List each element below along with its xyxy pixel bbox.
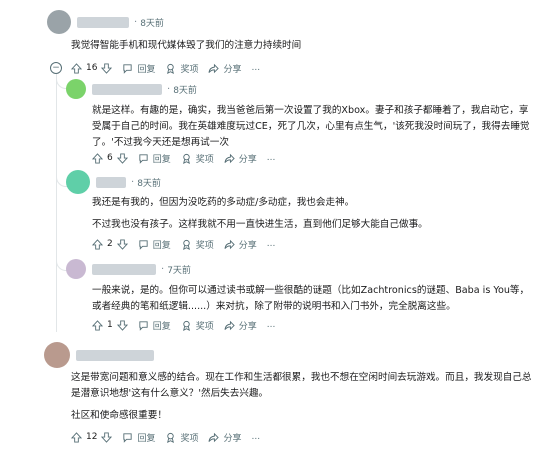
- more-options-button[interactable]: ...: [267, 235, 276, 253]
- vote-group: 12: [71, 428, 113, 446]
- share-icon: [224, 320, 235, 330]
- downvote-icon[interactable]: [116, 152, 128, 164]
- avatar[interactable]: [47, 10, 71, 34]
- comment-header: · 7天前: [66, 259, 191, 279]
- avatar[interactable]: [66, 259, 86, 279]
- separator-dot: ·: [134, 16, 138, 28]
- thread-line-root: [56, 76, 57, 332]
- reply-button[interactable]: 回复: [122, 59, 155, 77]
- more-options-button[interactable]: ...: [267, 316, 276, 334]
- downvote-icon[interactable]: [101, 62, 113, 74]
- username[interactable]: [76, 349, 154, 361]
- share-button[interactable]: 分享: [224, 235, 257, 253]
- vote-group: 2: [92, 235, 128, 253]
- award-button[interactable]: 奖项: [165, 59, 198, 77]
- username[interactable]: [92, 83, 162, 95]
- share-icon: [208, 63, 220, 73]
- comment-icon: [139, 153, 148, 164]
- comment-icon: [139, 239, 148, 250]
- comment-body: 这是带宽问题和意义感的结合。现在工作和生活都很累，我也不想在空闲时间去玩游戏。而…: [71, 370, 533, 424]
- upvote-icon[interactable]: [92, 238, 103, 250]
- award-button[interactable]: 奖项: [181, 316, 214, 334]
- comment-header: · 8天前: [66, 79, 197, 99]
- separator-dot: ·: [161, 263, 165, 275]
- upvote-icon[interactable]: [92, 319, 103, 331]
- vote-group: 6: [92, 149, 128, 167]
- award-icon: [167, 63, 175, 74]
- separator-dot: ·: [167, 83, 171, 95]
- comment-text: 社区和使命感很重要！: [71, 410, 167, 421]
- upvote-icon[interactable]: [71, 62, 82, 74]
- award-icon: [182, 153, 190, 164]
- award-icon: [182, 320, 190, 331]
- timestamp[interactable]: 8天前: [137, 176, 161, 189]
- award-button[interactable]: 奖项: [181, 149, 214, 167]
- collapse-thread-button[interactable]: −: [50, 62, 62, 74]
- avatar[interactable]: [66, 79, 86, 99]
- downvote-icon[interactable]: [116, 319, 128, 331]
- upvote-icon[interactable]: [71, 431, 82, 443]
- reply-button[interactable]: 回复: [138, 149, 171, 167]
- upvote-icon[interactable]: [92, 152, 103, 164]
- share-button[interactable]: 分享: [224, 316, 257, 334]
- avatar[interactable]: [66, 170, 90, 194]
- more-options-button[interactable]: ...: [252, 428, 261, 446]
- reply-button[interactable]: 回复: [138, 316, 171, 334]
- award-icon: [167, 432, 175, 443]
- comment-actions: 6 回复 奖项 分享 ...: [92, 149, 285, 167]
- username[interactable]: [92, 263, 156, 275]
- comment-actions: 1 回复 奖项 分享 ...: [92, 316, 285, 334]
- comment-text: 我还是有我的，但因为没吃药的多动症/多动症，我也会走神。: [92, 197, 355, 208]
- avatar[interactable]: [44, 342, 70, 368]
- vote-count: 1: [107, 320, 113, 330]
- vote-group: 16: [71, 59, 113, 77]
- vote-count: 12: [86, 432, 98, 442]
- comment-text: 一般来说，是的。但你可以通过读书或解一些很酷的谜题（比如Zachtronics的…: [92, 285, 530, 312]
- downvote-icon[interactable]: [101, 431, 113, 443]
- timestamp[interactable]: 7天前: [167, 263, 191, 276]
- comment-body: 我觉得智能手机和现代媒体毁了我们的注意力持续时间: [71, 38, 531, 54]
- comment-actions: 2 回复 奖项 分享 ...: [92, 235, 285, 253]
- share-icon: [224, 239, 235, 249]
- comment-header: [44, 342, 154, 368]
- comment-header: · 8天前: [47, 10, 164, 34]
- share-icon: [224, 153, 235, 163]
- award-button[interactable]: 奖项: [181, 235, 214, 253]
- separator-dot: ·: [131, 176, 135, 188]
- vote-count: 2: [107, 239, 113, 249]
- more-options-button[interactable]: ...: [252, 59, 261, 77]
- timestamp[interactable]: 8天前: [140, 16, 164, 29]
- comment-header: · 8天前: [66, 170, 161, 194]
- share-button[interactable]: 分享: [208, 59, 242, 77]
- comment-text: 不过我也没有孩子。这样我就不用一直快进生活，直到他们足够大能自己做事。: [92, 219, 428, 230]
- award-icon: [182, 239, 190, 250]
- downvote-icon[interactable]: [116, 238, 128, 250]
- comment-icon: [139, 320, 148, 331]
- username[interactable]: [96, 176, 126, 188]
- comment-text: 这是带宽问题和意义感的结合。现在工作和生活都很累，我也不想在空闲时间去玩游戏。而…: [71, 372, 532, 399]
- vote-group: 1: [92, 316, 128, 334]
- comment-actions: 16 回复 奖项 分享 ...: [71, 59, 270, 77]
- award-button[interactable]: 奖项: [165, 428, 198, 446]
- comment-body: 我还是有我的，但因为没吃药的多动症/多动症，我也会走神。 不过我也没有孩子。这样…: [92, 195, 532, 233]
- comment-icon: [123, 432, 133, 443]
- collapse-icon: −: [52, 62, 60, 73]
- comment-text: 就是这样。有趣的是，确实，我当爸爸后第一次设置了我的Xbox。妻子和孩子都睡着了…: [92, 105, 530, 148]
- reply-button[interactable]: 回复: [122, 428, 155, 446]
- share-button[interactable]: 分享: [224, 149, 257, 167]
- share-icon: [208, 432, 220, 442]
- comment-body: 就是这样。有趣的是，确实，我当爸爸后第一次设置了我的Xbox。妻子和孩子都睡着了…: [92, 103, 532, 151]
- timestamp[interactable]: 8天前: [173, 83, 197, 96]
- vote-count: 6: [107, 153, 113, 163]
- username[interactable]: [77, 16, 129, 28]
- comment-actions: 12 回复 奖项 分享 ...: [71, 428, 270, 446]
- reply-button[interactable]: 回复: [138, 235, 171, 253]
- more-options-button[interactable]: ...: [267, 149, 276, 167]
- share-button[interactable]: 分享: [208, 428, 242, 446]
- vote-count: 16: [86, 63, 98, 73]
- comment-icon: [123, 63, 133, 74]
- comment-text: 我觉得智能手机和现代媒体毁了我们的注意力持续时间: [71, 40, 302, 51]
- comment-body: 一般来说，是的。但你可以通过读书或解一些很酷的谜题（比如Zachtronics的…: [92, 283, 532, 315]
